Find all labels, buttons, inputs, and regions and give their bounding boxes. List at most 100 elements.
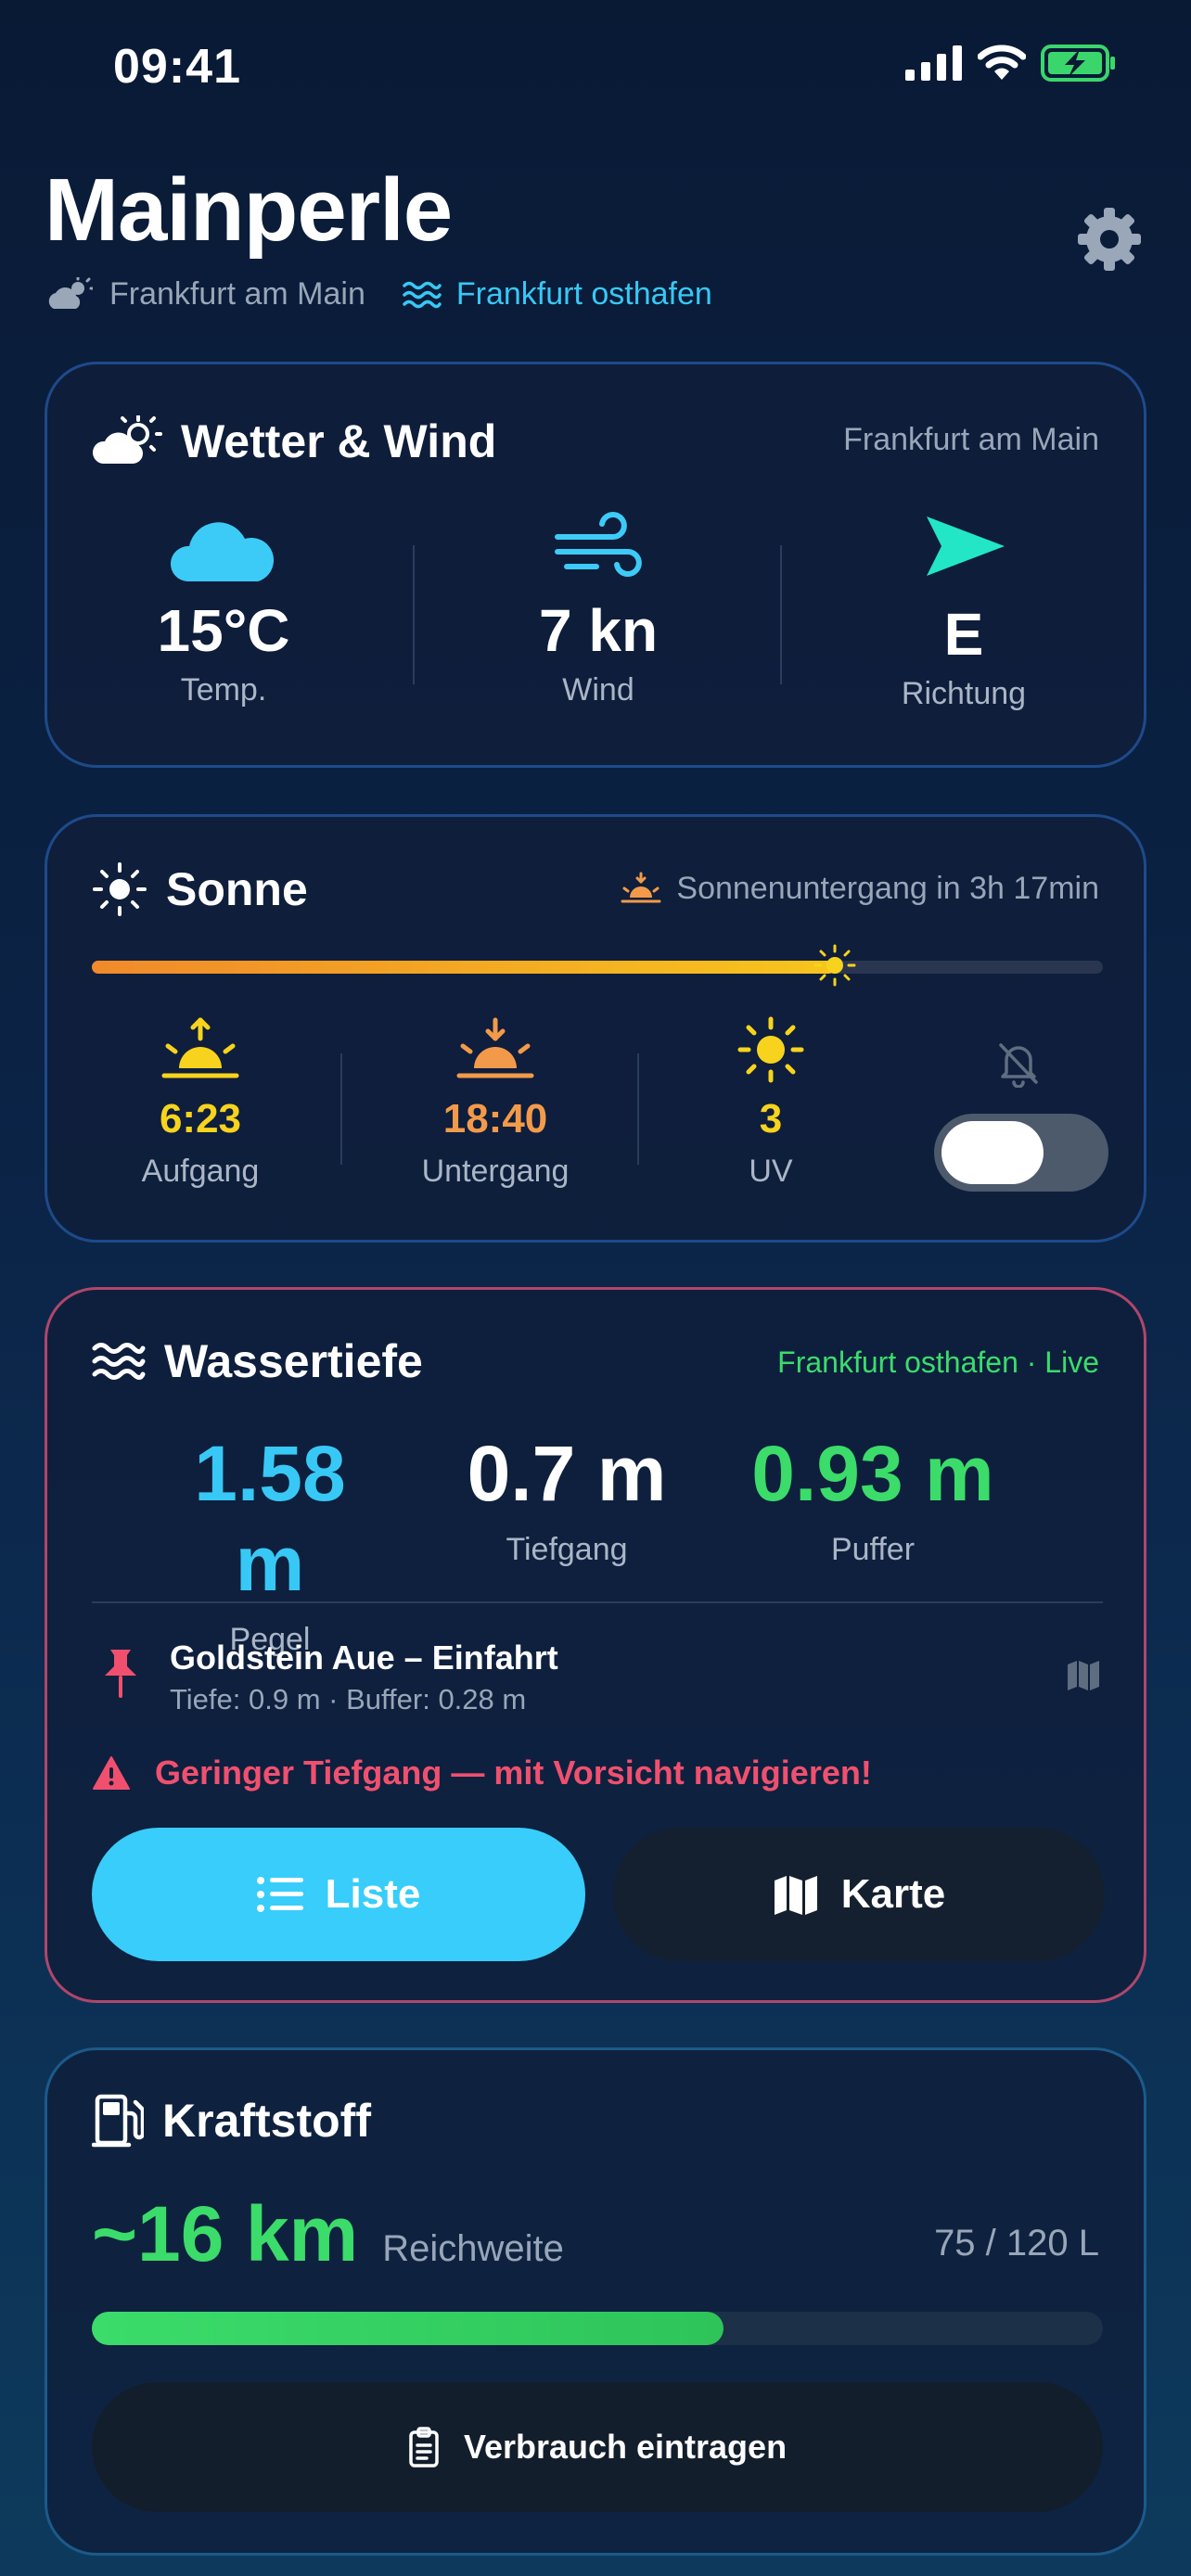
critical-spot-name: Goldstein Aue – Einfahrt bbox=[170, 1639, 558, 1677]
partly-cloudy-icon bbox=[48, 276, 93, 309]
temperature-label: Temp. bbox=[180, 672, 267, 708]
wind-direction-value: E bbox=[943, 601, 984, 668]
wifi-icon bbox=[978, 45, 1026, 80]
gear-icon bbox=[1078, 208, 1141, 271]
clipboard-icon bbox=[409, 2427, 439, 2468]
sun-position-icon bbox=[813, 944, 856, 987]
map-button[interactable]: Karte bbox=[613, 1828, 1105, 1961]
buffer-value: 0.93 m bbox=[751, 1430, 994, 1517]
sun-card: Sonne Sonnenuntergang in 3h 17min 6:23 A… bbox=[45, 814, 1146, 1243]
water-source: Frankfurt osthafen · Live bbox=[777, 1345, 1099, 1379]
location-city: Frankfurt am Main bbox=[109, 276, 365, 312]
sun-icon bbox=[93, 862, 147, 916]
weather-location: Frankfurt am Main bbox=[843, 422, 1099, 457]
sunset-icon bbox=[621, 872, 661, 902]
divider bbox=[637, 1053, 639, 1165]
waves-icon bbox=[92, 1343, 146, 1380]
direction-arrow-icon bbox=[927, 516, 1005, 576]
wind-direction-label: Richtung bbox=[901, 676, 1027, 711]
waves-icon bbox=[403, 281, 442, 308]
sunset-icon bbox=[456, 1017, 534, 1078]
sunrise-icon bbox=[161, 1017, 239, 1078]
weather-card-header: Wetter & Wind bbox=[92, 414, 496, 468]
uv-value: 3 bbox=[759, 1096, 783, 1141]
uv-label: UV bbox=[749, 1154, 793, 1189]
sunset-time: 18:40 bbox=[442, 1096, 548, 1141]
gauge-value: 1.58 m bbox=[194, 1430, 346, 1607]
sunset-label: Untergang bbox=[421, 1154, 570, 1189]
draft-value: 0.7 m bbox=[467, 1430, 667, 1517]
weather-card: Wetter & Wind Frankfurt am Main 15°C Tem… bbox=[45, 362, 1146, 768]
list-button[interactable]: Liste bbox=[92, 1828, 585, 1961]
battery-charging-icon bbox=[1041, 45, 1115, 82]
fuel-level-fill bbox=[92, 2312, 724, 2345]
sunrise-label: Aufgang bbox=[141, 1154, 260, 1189]
sunrise-metric: 6:23 Aufgang bbox=[122, 1016, 279, 1190]
temperature-value: 15°C bbox=[157, 597, 290, 664]
fuel-card: Kraftstoff ~16 km Reichweite 75 / 120 L … bbox=[45, 2047, 1146, 2556]
fuel-range-value: ~16 km bbox=[92, 2190, 359, 2277]
map-icon bbox=[774, 1876, 817, 1915]
shallow-warning: Geringer Tiefgang — mit Vorsicht navigie… bbox=[92, 1753, 872, 1792]
buffer-metric: 0.93 m Puffer bbox=[734, 1429, 1012, 1568]
log-consumption-button[interactable]: Verbrauch eintragen bbox=[92, 2382, 1103, 2512]
partly-cloudy-icon bbox=[92, 415, 162, 464]
fuel-pump-icon bbox=[92, 2094, 144, 2148]
water-card-header: Wassertiefe bbox=[92, 1334, 423, 1388]
cloud-icon bbox=[170, 522, 275, 581]
water-card-title: Wassertiefe bbox=[164, 1335, 423, 1387]
temperature-metric: 15°C Temp. bbox=[131, 511, 316, 708]
daylight-progress-fill bbox=[92, 961, 836, 974]
app-title: Mainperle bbox=[45, 160, 453, 260]
map-icon[interactable] bbox=[1066, 1659, 1101, 1692]
buffer-label: Puffer bbox=[830, 1532, 916, 1567]
fuel-range-label: Reichweite bbox=[382, 2228, 564, 2269]
sun-card-title: Sonne bbox=[166, 863, 308, 915]
divider bbox=[340, 1053, 342, 1165]
fuel-card-header: Kraftstoff bbox=[92, 2093, 371, 2149]
wind-label: Wind bbox=[562, 672, 634, 708]
fuel-tank-level: 75 / 120 L bbox=[934, 2223, 1099, 2264]
settings-button[interactable] bbox=[1074, 204, 1145, 274]
status-bar: 09:41 bbox=[0, 0, 1191, 139]
uv-metric: 3 UV bbox=[724, 1016, 817, 1190]
gauge-metric: 1.58 m Pegel bbox=[159, 1429, 381, 1658]
fuel-card-title: Kraftstoff bbox=[162, 2095, 371, 2147]
pin-icon bbox=[105, 1650, 136, 1698]
toggle-knob bbox=[941, 1121, 1044, 1184]
sun-icon bbox=[737, 1016, 804, 1083]
wind-icon bbox=[555, 512, 642, 577]
location-harbor[interactable]: Frankfurt osthafen bbox=[456, 276, 712, 312]
divider bbox=[780, 545, 782, 684]
location-row: Frankfurt am Main Frankfurt osthafen bbox=[46, 276, 712, 312]
cellular-signal-icon bbox=[905, 45, 962, 81]
critical-spot-detail: Tiefe: 0.9 m · Buffer: 0.28 m bbox=[170, 1683, 527, 1715]
map-button-label: Karte bbox=[840, 1871, 946, 1917]
warning-icon bbox=[93, 1756, 130, 1790]
sunset-countdown: Sonnenuntergang in 3h 17min bbox=[621, 871, 1099, 907]
critical-spot-row[interactable]: Goldstein Aue – Einfahrt Tiefe: 0.9 m · … bbox=[92, 1633, 1103, 1716]
sunset-alarm-toggle[interactable] bbox=[934, 1114, 1108, 1192]
wind-metric: 7 kn Wind bbox=[506, 511, 691, 708]
sunrise-time: 6:23 bbox=[159, 1096, 242, 1141]
status-time: 09:41 bbox=[113, 40, 241, 94]
bell-muted-icon bbox=[999, 1043, 1038, 1088]
divider bbox=[413, 545, 415, 684]
sunset-metric: 18:40 Untergang bbox=[398, 1016, 593, 1190]
list-button-label: Liste bbox=[325, 1871, 421, 1917]
shallow-warning-text: Geringer Tiefgang — mit Vorsicht navigie… bbox=[155, 1753, 872, 1792]
wind-value: 7 kn bbox=[538, 597, 659, 664]
fuel-range-row: ~16 km Reichweite bbox=[92, 2189, 564, 2279]
wind-direction-metric: E Richtung bbox=[871, 511, 1057, 712]
list-icon bbox=[256, 1877, 303, 1912]
sunset-countdown-text: Sonnenuntergang in 3h 17min bbox=[676, 871, 1099, 906]
weather-card-title: Wetter & Wind bbox=[181, 415, 497, 467]
fuel-level-track bbox=[92, 2312, 1103, 2345]
water-depth-card: Wassertiefe Frankfurt osthafen · Live 1.… bbox=[45, 1287, 1146, 2003]
draft-label: Tiefgang bbox=[506, 1532, 628, 1567]
daylight-progress-track bbox=[92, 944, 1103, 987]
divider bbox=[92, 1601, 1103, 1603]
draft-metric: 0.7 m Tiefgang bbox=[455, 1429, 678, 1568]
log-consumption-label: Verbrauch eintragen bbox=[463, 2428, 788, 2466]
sun-card-header: Sonne bbox=[92, 861, 308, 917]
